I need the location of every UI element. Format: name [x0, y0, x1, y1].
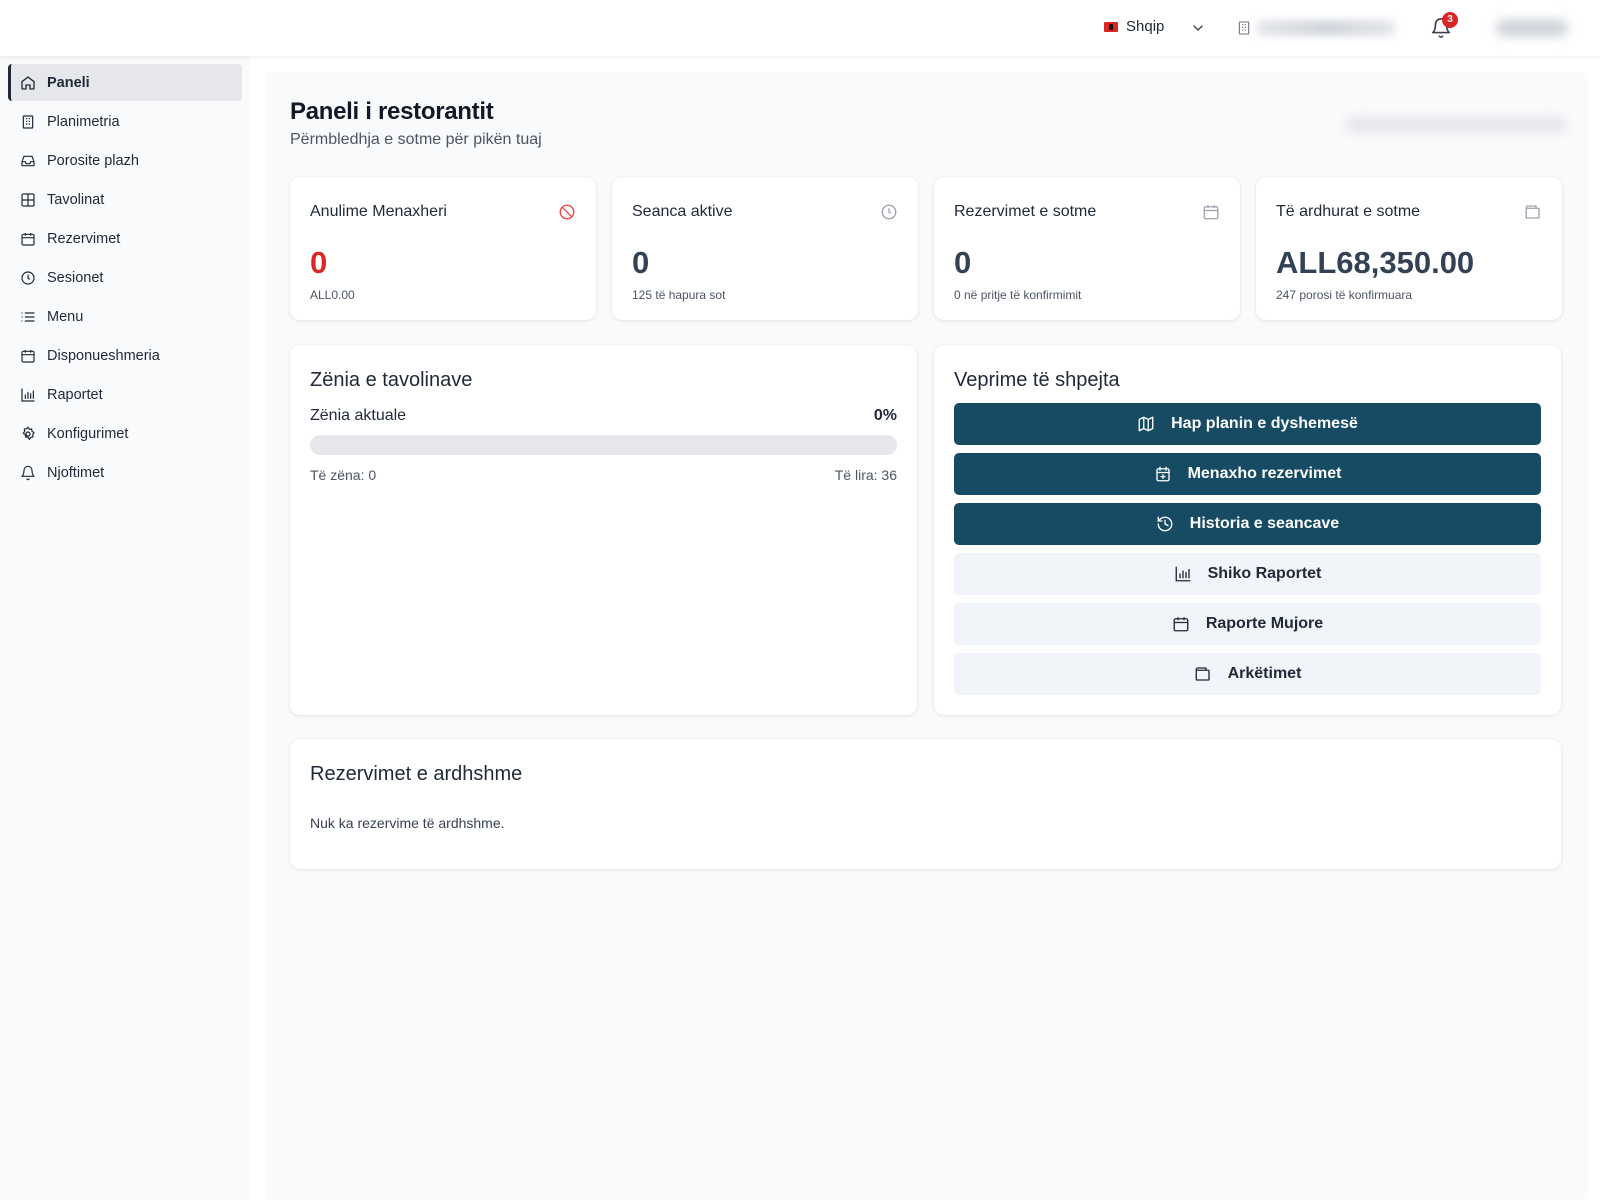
wallet-icon [1525, 205, 1540, 219]
wallet-icon [1195, 667, 1210, 681]
collections-button[interactable]: Arkëtimet [954, 653, 1541, 695]
sidebar-item-label: Sesionet [47, 269, 104, 286]
user-menu-blurred[interactable] [1496, 19, 1568, 37]
venue-name-blurred[interactable] [1256, 20, 1396, 36]
sidebar-item-label: Disponueshmeria [47, 347, 160, 364]
sidebar-item-sesionet[interactable]: Sesionet [8, 259, 242, 296]
sidebar-item-label: Tavolinat [47, 191, 105, 208]
occupancy-progress-bar [310, 435, 897, 455]
monthly-reports-button[interactable]: Raporte Mujore [954, 603, 1541, 645]
stat-subtext: 247 porosi të konfirmuara [1276, 288, 1413, 302]
stat-card-active-sessions: Seanca aktive 0 125 të hapura sot [612, 177, 918, 320]
button-label: Shiko Raportet [1207, 565, 1322, 582]
table-icon [21, 192, 35, 207]
bar-chart-icon [21, 387, 35, 402]
calendar-icon [1173, 617, 1189, 632]
sidebar-item-label: Konfigurimet [47, 425, 129, 442]
sidebar-item-njoftimet[interactable]: Njoftimet [8, 454, 242, 491]
empty-state-text: Nuk ka rezervime të ardhshme. [310, 815, 505, 831]
bell-icon [21, 465, 35, 480]
ban-icon [559, 204, 575, 220]
sidebar-item-label: Planimetria [47, 113, 120, 130]
section-title: Rezervimet e ardhshme [310, 763, 523, 785]
page-title: Paneli i restorantit [290, 98, 494, 125]
stat-title: Rezervimet e sotme [954, 203, 1097, 220]
gear-icon [22, 426, 35, 440]
sidebar-item-label: Menu [47, 308, 84, 325]
sidebar-item-planimetria[interactable]: Planimetria [8, 103, 242, 140]
session-history-button[interactable]: Historia e seancave [954, 503, 1541, 545]
button-label: Hap planin e dyshemesë [1171, 415, 1358, 432]
stat-subtext: 125 të hapura sot [632, 288, 726, 302]
button-label: Menaxho rezervimet [1187, 465, 1342, 482]
stat-value: ALL68,350.00 [1276, 245, 1475, 280]
stat-value: 0 [954, 245, 972, 280]
language-label: Shqip [1126, 18, 1165, 35]
sidebar-item-rezervimet[interactable]: Rezervimet [8, 220, 242, 257]
inbox-icon [21, 155, 35, 166]
calendar-icon [1203, 205, 1219, 220]
occupancy-label: Zënia aktuale [310, 407, 407, 424]
stat-title: Të ardhurat e sotme [1276, 203, 1421, 220]
map-icon [1138, 416, 1154, 432]
occupancy-card: Zënia e tavolinave Zënia aktuale 0% Të z… [290, 345, 917, 715]
sidebar-item-konfigurimet[interactable]: Konfigurimet [8, 415, 242, 452]
open-floor-plan-button[interactable]: Hap planin e dyshemesë [954, 403, 1541, 445]
sidebar-item-menu[interactable]: Menu [8, 298, 242, 335]
building-icon[interactable] [1236, 19, 1252, 37]
calendar-icon [21, 232, 35, 246]
stat-subtext: 0 në pritje të konfirmimit [954, 288, 1082, 302]
section-title: Zënia e tavolinave [310, 369, 473, 391]
calendar-icon [21, 349, 35, 363]
section-title: Veprime të shpejta [954, 369, 1120, 391]
bar-chart-icon [1175, 566, 1191, 582]
button-label: Arkëtimet [1227, 665, 1302, 682]
page-subtitle: Përmbledhja e sotme për pikën tuaj [290, 131, 542, 148]
language-selector[interactable]: Shqip [1104, 18, 1164, 35]
sidebar-item-tavolinat[interactable]: Tavolinat [8, 181, 242, 218]
stat-value: 0 [632, 245, 650, 280]
stat-title: Seanca aktive [632, 203, 733, 220]
chevron-down-icon[interactable] [1190, 20, 1206, 36]
date-blurred [1346, 117, 1566, 133]
stat-value: 0 [310, 245, 328, 280]
button-label: Raporte Mujore [1205, 615, 1324, 632]
history-icon [1157, 516, 1173, 532]
notification-badge: 3 [1442, 12, 1458, 28]
occupancy-percent: 0% [873, 407, 897, 424]
sidebar: Paneli Planimetria Porosite plazh Tavoli… [0, 56, 250, 1200]
clock-icon [21, 270, 35, 285]
stat-card-today-revenue: Të ardhurat e sotme ALL68,350.00 247 por… [1256, 177, 1562, 320]
home-icon [21, 75, 35, 90]
free-count: Të lira: 36 [834, 467, 897, 483]
calendar-plus-icon [1155, 466, 1170, 482]
sidebar-item-label: Raportet [47, 386, 103, 403]
sidebar-item-raportet[interactable]: Raportet [8, 376, 242, 413]
quick-actions-card: Veprime të shpejta Hap planin e dyshemes… [934, 345, 1561, 715]
occupied-count: Të zëna: 0 [310, 467, 377, 483]
stat-title: Anulime Menaxheri [310, 203, 447, 220]
stat-card-cancellations: Anulime Menaxheri 0 ALL0.00 [290, 177, 596, 320]
top-bar: Shqip 3 [0, 0, 1600, 56]
manage-reservations-button[interactable]: Menaxho rezervimet [954, 453, 1541, 495]
stat-subtext: ALL0.00 [310, 288, 355, 302]
clock-icon [881, 204, 897, 220]
sidebar-item-paneli[interactable]: Paneli [8, 64, 242, 101]
sidebar-item-label: Rezervimet [47, 230, 121, 247]
list-icon [21, 311, 35, 322]
albania-flag-icon [1104, 21, 1118, 32]
view-reports-button[interactable]: Shiko Raportet [954, 553, 1541, 595]
upcoming-reservations-card: Rezervimet e ardhshme Nuk ka rezervime t… [290, 739, 1561, 869]
sidebar-item-label: Paneli [47, 74, 90, 91]
sidebar-item-label: Porosite plazh [47, 152, 139, 169]
sidebar-item-porosite-plazh[interactable]: Porosite plazh [8, 142, 242, 179]
sidebar-item-disponueshmeria[interactable]: Disponueshmeria [8, 337, 242, 374]
sidebar-item-label: Njoftimet [47, 464, 105, 481]
building-icon [22, 114, 34, 129]
button-label: Historia e seancave [1189, 515, 1340, 532]
stat-card-today-reservations: Rezervimet e sotme 0 0 në pritje të konf… [934, 177, 1240, 320]
